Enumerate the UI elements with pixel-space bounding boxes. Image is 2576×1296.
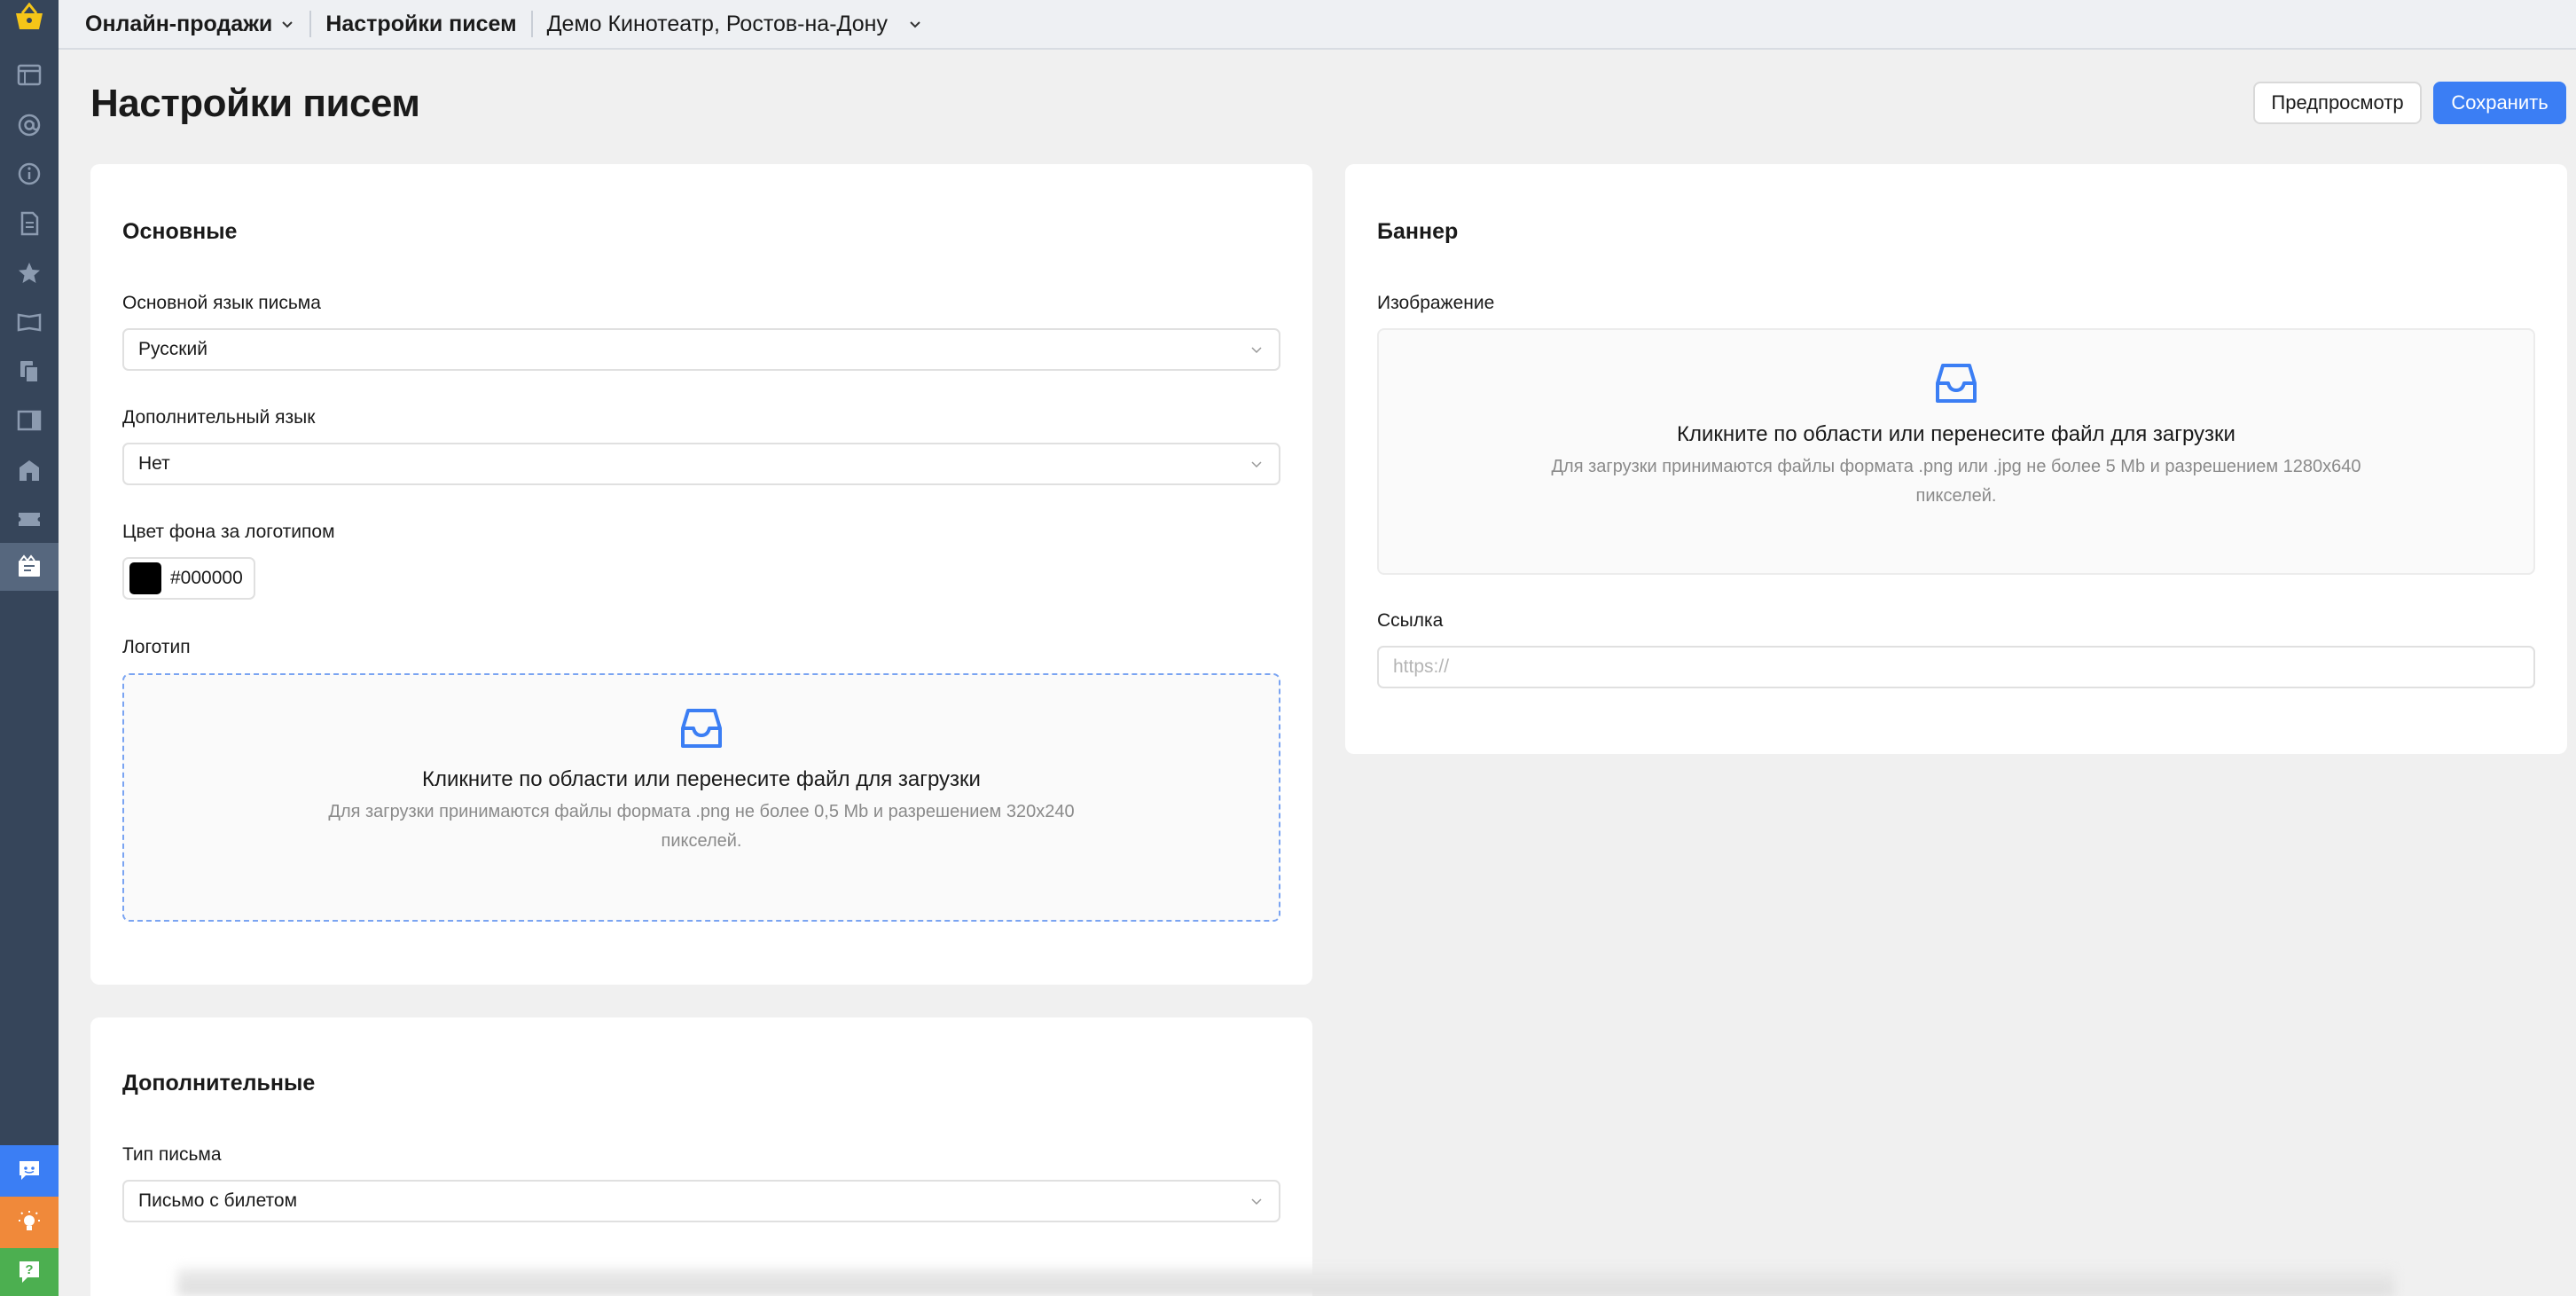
divider <box>530 11 533 37</box>
section-dropdown[interactable]: Онлайн-продажи <box>85 12 295 37</box>
at-icon[interactable] <box>0 101 59 149</box>
logo-upload-area[interactable]: Кликните по области или перенесите файл … <box>122 673 1280 922</box>
main-settings-card: Основные Основной язык письма Русский До… <box>90 164 1312 985</box>
select-value: Нет <box>138 453 170 474</box>
venue-dropdown[interactable]: Демо Кинотеатр, Ростов-на-Дону <box>547 12 923 37</box>
primary-language-select[interactable]: Русский <box>122 328 1280 371</box>
breadcrumb-current: Настройки писем <box>325 12 516 37</box>
field-label: Изображение <box>1377 293 1495 313</box>
color-value: #000000 <box>170 568 243 588</box>
email-settings-icon[interactable] <box>0 543 59 591</box>
copy-icon[interactable] <box>0 348 59 396</box>
preview-button[interactable]: Предпросмотр <box>2253 82 2422 124</box>
extra-settings-card: Дополнительные Тип письма Письмо с билет… <box>90 1017 1312 1296</box>
chevron-down-icon <box>282 21 294 28</box>
info-icon[interactable] <box>0 150 59 198</box>
sidebar: ? <box>0 0 59 1296</box>
secondary-language-select[interactable]: Нет <box>122 443 1280 485</box>
banner-upload-area[interactable]: Кликните по области или перенесите файл … <box>1377 328 2535 575</box>
basket-logo-icon[interactable] <box>0 0 59 34</box>
section-label: Онлайн-продажи <box>85 11 273 36</box>
select-value: Русский <box>138 339 207 359</box>
chevron-down-icon <box>1251 461 1262 468</box>
upload-title: Кликните по области или перенесите файл … <box>422 767 981 791</box>
field-label: Ссылка <box>1377 610 1444 631</box>
upload-hint: Для загрузки принимаются файлы формата .… <box>328 802 1075 851</box>
building-icon[interactable] <box>0 446 59 494</box>
field-label: Тип письма <box>122 1144 222 1165</box>
svg-text:?: ? <box>25 1262 33 1277</box>
bottom-shadow <box>177 1269 2394 1296</box>
lightbulb-icon[interactable] <box>0 1197 59 1248</box>
banner-link-input[interactable] <box>1377 646 2535 688</box>
calendar-icon[interactable] <box>0 51 59 98</box>
chevron-down-icon <box>1251 1198 1262 1206</box>
breadcrumb-label: Настройки писем <box>325 11 517 36</box>
help-icon[interactable]: ? <box>0 1248 59 1296</box>
star-icon[interactable] <box>0 249 59 297</box>
mail-type-select[interactable]: Письмо с билетом <box>122 1180 1280 1222</box>
bg-color-picker[interactable]: #000000 <box>122 557 255 600</box>
upload-title: Кликните по области или перенесите файл … <box>1677 422 2235 446</box>
field-label: Основной язык письма <box>122 293 321 313</box>
chat-icon[interactable] <box>0 1145 59 1197</box>
document-icon[interactable] <box>0 200 59 247</box>
banner-card: Баннер Изображение Кликните по области и… <box>1345 164 2567 754</box>
upload-hint: Для загрузки принимаются файлы формата .… <box>1551 457 2361 506</box>
topbar: Онлайн-продажи Настройки писем Демо Кино… <box>59 0 2576 50</box>
field-label: Логотип <box>122 637 191 657</box>
card-title: Баннер <box>1377 219 1459 244</box>
inbox-icon <box>681 709 722 748</box>
field-label: Цвет фона за логотипом <box>122 522 335 542</box>
venue-label: Демо Кинотеатр, Ростов-на-Дону <box>546 11 888 36</box>
ticket-icon[interactable] <box>0 495 59 543</box>
inbox-icon <box>1936 364 1977 403</box>
color-swatch[interactable] <box>129 562 161 594</box>
panel-icon[interactable] <box>0 397 59 444</box>
card-title: Дополнительные <box>122 1071 316 1096</box>
chevron-down-icon <box>1251 347 1262 354</box>
field-label: Дополнительный язык <box>122 407 316 428</box>
divider <box>309 11 312 37</box>
save-button[interactable]: Сохранить <box>2433 82 2566 124</box>
card-title: Основные <box>122 219 238 244</box>
chevron-down-icon <box>910 21 920 28</box>
select-value: Письмо с билетом <box>138 1190 298 1211</box>
page-title: Настройки писем <box>90 82 420 125</box>
map-icon[interactable] <box>0 298 59 346</box>
